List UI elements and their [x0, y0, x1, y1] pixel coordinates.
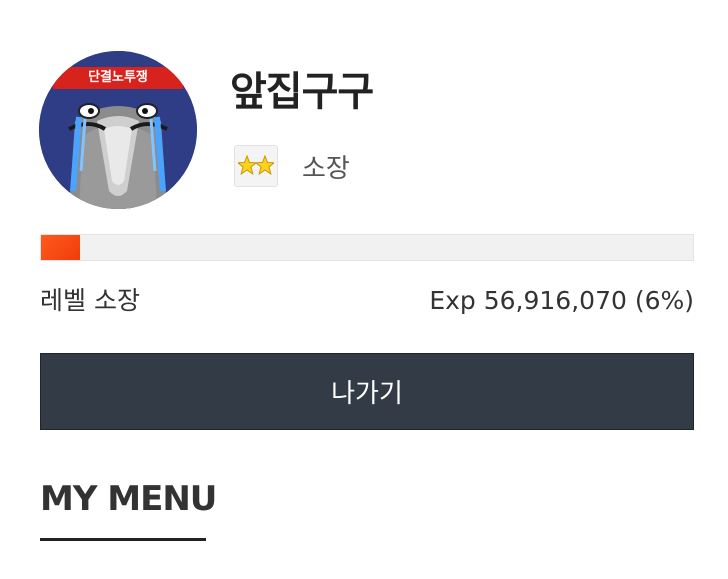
avatar[interactable]: 단결노투쟁	[39, 51, 197, 209]
my-menu-heading: MY MENU	[40, 479, 217, 519]
username: 앞집구구	[230, 69, 374, 115]
two-stars-icon	[234, 145, 278, 187]
exp-progress-fill	[41, 235, 81, 260]
profile-panel: 단결노투쟁 앞집구구 소장 레벨 소장 Exp 56,916,070 (6%) …	[0, 0, 728, 579]
level-label: 레벨 소장	[40, 286, 140, 315]
exp-text: Exp 56,916,070 (6%)	[429, 286, 694, 315]
rank-label: 소장	[302, 153, 350, 184]
exp-progress-bar	[40, 234, 694, 261]
heading-underline	[40, 538, 206, 541]
avatar-banner-text: 단결노투쟁	[88, 70, 148, 85]
rank-row: 소장	[234, 145, 350, 187]
logout-button[interactable]: 나가기	[40, 353, 694, 430]
